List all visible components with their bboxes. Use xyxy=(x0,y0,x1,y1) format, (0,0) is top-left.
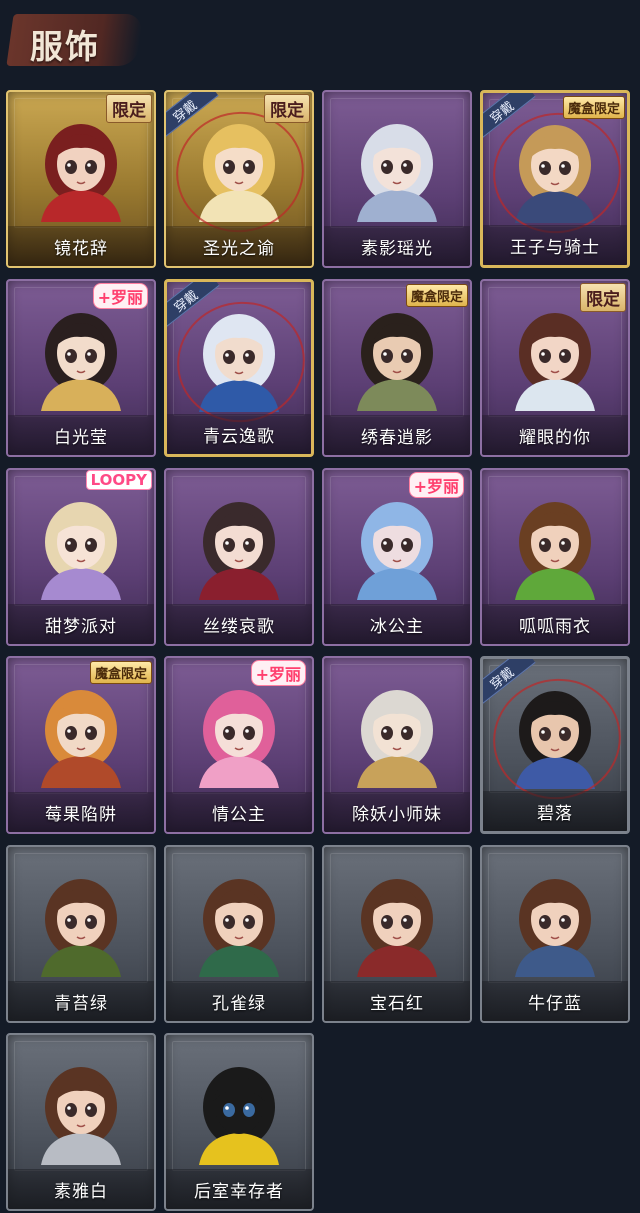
costume-name: 王子与骑士 xyxy=(510,237,600,258)
costume-name: 情公主 xyxy=(212,804,266,825)
costume-label-bar: 青苔绿 xyxy=(8,981,154,1021)
costume-name: 碧落 xyxy=(537,803,573,824)
costume-card[interactable]: 后室幸存者 xyxy=(164,1033,314,1211)
costume-card[interactable]: 限定耀眼的你 xyxy=(480,279,630,457)
costume-label-bar: 镜花辞 xyxy=(8,226,154,266)
costume-label-bar: 呱呱雨衣 xyxy=(482,604,628,644)
loopy-badge: LOOPY xyxy=(85,470,152,490)
costume-label-bar: 碧落 xyxy=(483,791,627,831)
character-portrait xyxy=(41,502,121,600)
costume-card[interactable]: 穿戴 限定 圣光之谕 xyxy=(164,90,314,268)
costume-label-bar: 莓果陷阱 xyxy=(8,792,154,832)
costume-name: 镜花辞 xyxy=(54,238,108,259)
costume-name: 呱呱雨衣 xyxy=(519,616,591,637)
costume-name: 素影瑶光 xyxy=(361,238,433,259)
costume-label-bar: 冰公主 xyxy=(324,604,470,644)
costume-name: 素雅白 xyxy=(54,1181,108,1202)
character-portrait xyxy=(41,124,121,222)
character-portrait xyxy=(41,313,121,411)
costume-name: 甜梦派对 xyxy=(45,616,117,637)
costume-label-bar: 情公主 xyxy=(166,792,312,832)
costume-card[interactable]: 穿戴 碧落 xyxy=(480,656,630,834)
costume-label-bar: 素影瑶光 xyxy=(324,226,470,266)
costume-label-bar: 耀眼的你 xyxy=(482,415,628,455)
costume-card[interactable]: +罗丽白光莹 xyxy=(6,279,156,457)
costume-card[interactable]: 素雅白 xyxy=(6,1033,156,1211)
costume-card[interactable]: 魔盒限定绣春逍影 xyxy=(322,279,472,457)
loli-badge: +罗丽 xyxy=(250,660,306,686)
limited-badge: 限定 xyxy=(106,94,152,123)
costume-card[interactable]: 孔雀绿 xyxy=(164,845,314,1023)
loli-badge: +罗丽 xyxy=(408,472,464,498)
box-limited-badge: 魔盒限定 xyxy=(405,284,468,307)
character-portrait xyxy=(41,879,121,977)
costume-card[interactable]: 穿戴 青云逸歌 xyxy=(164,279,314,457)
costume-name: 莓果陷阱 xyxy=(45,804,117,825)
costume-label-bar: 青云逸歌 xyxy=(167,414,311,454)
costume-label-bar: 王子与骑士 xyxy=(483,225,627,265)
limited-badge: 限定 xyxy=(264,94,310,123)
costume-card[interactable]: +罗丽情公主 xyxy=(164,656,314,834)
costume-name: 圣光之谕 xyxy=(203,238,275,259)
wearing-mark-circle xyxy=(167,290,311,434)
wearing-mark-circle xyxy=(483,667,627,811)
character-portrait xyxy=(199,502,279,600)
character-portrait xyxy=(41,1067,121,1165)
character-portrait xyxy=(357,124,437,222)
costume-name: 青云逸歌 xyxy=(203,426,275,447)
character-portrait xyxy=(199,1067,279,1165)
costume-card[interactable]: 呱呱雨衣 xyxy=(480,468,630,646)
character-portrait xyxy=(357,313,437,411)
character-portrait xyxy=(357,690,437,788)
character-portrait xyxy=(41,690,121,788)
costume-name: 宝石红 xyxy=(370,993,424,1014)
costume-label-bar: 宝石红 xyxy=(324,981,470,1021)
costume-name: 绣春逍影 xyxy=(361,427,433,448)
character-portrait xyxy=(357,879,437,977)
character-portrait xyxy=(515,879,595,977)
costume-name: 丝缕哀歌 xyxy=(203,616,275,637)
character-portrait xyxy=(199,690,279,788)
costume-label-bar: 甜梦派对 xyxy=(8,604,154,644)
costume-card[interactable]: 宝石红 xyxy=(322,845,472,1023)
costume-name: 除妖小师妹 xyxy=(352,804,442,825)
box-limited-badge: 魔盒限定 xyxy=(89,661,152,684)
costume-card[interactable]: 牛仔蓝 xyxy=(480,845,630,1023)
loli-badge: +罗丽 xyxy=(92,283,148,309)
costume-label-bar: 孔雀绿 xyxy=(166,981,312,1021)
costume-label-bar: 素雅白 xyxy=(8,1169,154,1209)
costume-label-bar: 丝缕哀歌 xyxy=(166,604,312,644)
costume-label-bar: 圣光之谕 xyxy=(166,226,312,266)
costume-label-bar: 除妖小师妹 xyxy=(324,792,470,832)
costume-name: 白光莹 xyxy=(54,427,108,448)
costume-name: 后室幸存者 xyxy=(194,1181,284,1202)
costume-label-bar: 绣春逍影 xyxy=(324,415,470,455)
costume-card[interactable]: 魔盒限定莓果陷阱 xyxy=(6,656,156,834)
character-portrait xyxy=(357,502,437,600)
costume-card[interactable]: 丝缕哀歌 xyxy=(164,468,314,646)
costume-card[interactable]: 青苔绿 xyxy=(6,845,156,1023)
box-limited-badge: 魔盒限定 xyxy=(562,96,625,119)
character-portrait xyxy=(515,313,595,411)
costume-name: 牛仔蓝 xyxy=(528,993,582,1014)
costume-name: 耀眼的你 xyxy=(519,427,591,448)
costume-name: 冰公主 xyxy=(370,616,424,637)
character-portrait xyxy=(199,879,279,977)
costume-card[interactable]: 限定镜花辞 xyxy=(6,90,156,268)
costume-label-bar: 牛仔蓝 xyxy=(482,981,628,1021)
costume-name: 青苔绿 xyxy=(54,993,108,1014)
costume-label-bar: 白光莹 xyxy=(8,415,154,455)
costume-name: 孔雀绿 xyxy=(212,993,266,1014)
costume-card[interactable]: 穿戴 魔盒限定 王子与骑士 xyxy=(480,90,630,268)
costume-card[interactable]: 除妖小师妹 xyxy=(322,656,472,834)
character-portrait xyxy=(515,502,595,600)
wearing-mark-circle xyxy=(483,101,627,245)
costume-card[interactable]: LOOPY 甜梦派对 xyxy=(6,468,156,646)
costume-card[interactable]: 素影瑶光 xyxy=(322,90,472,268)
costume-label-bar: 后室幸存者 xyxy=(166,1169,312,1209)
costume-card[interactable]: +罗丽冰公主 xyxy=(322,468,472,646)
costume-grid: 限定 镜花辞 穿戴 限定 圣光之谕 素影瑶光 穿戴 魔盒限定 王子与骑士 +罗丽 白光莹 穿戴 青云逸歌… xyxy=(0,0,640,1213)
limited-badge: 限定 xyxy=(580,283,626,312)
